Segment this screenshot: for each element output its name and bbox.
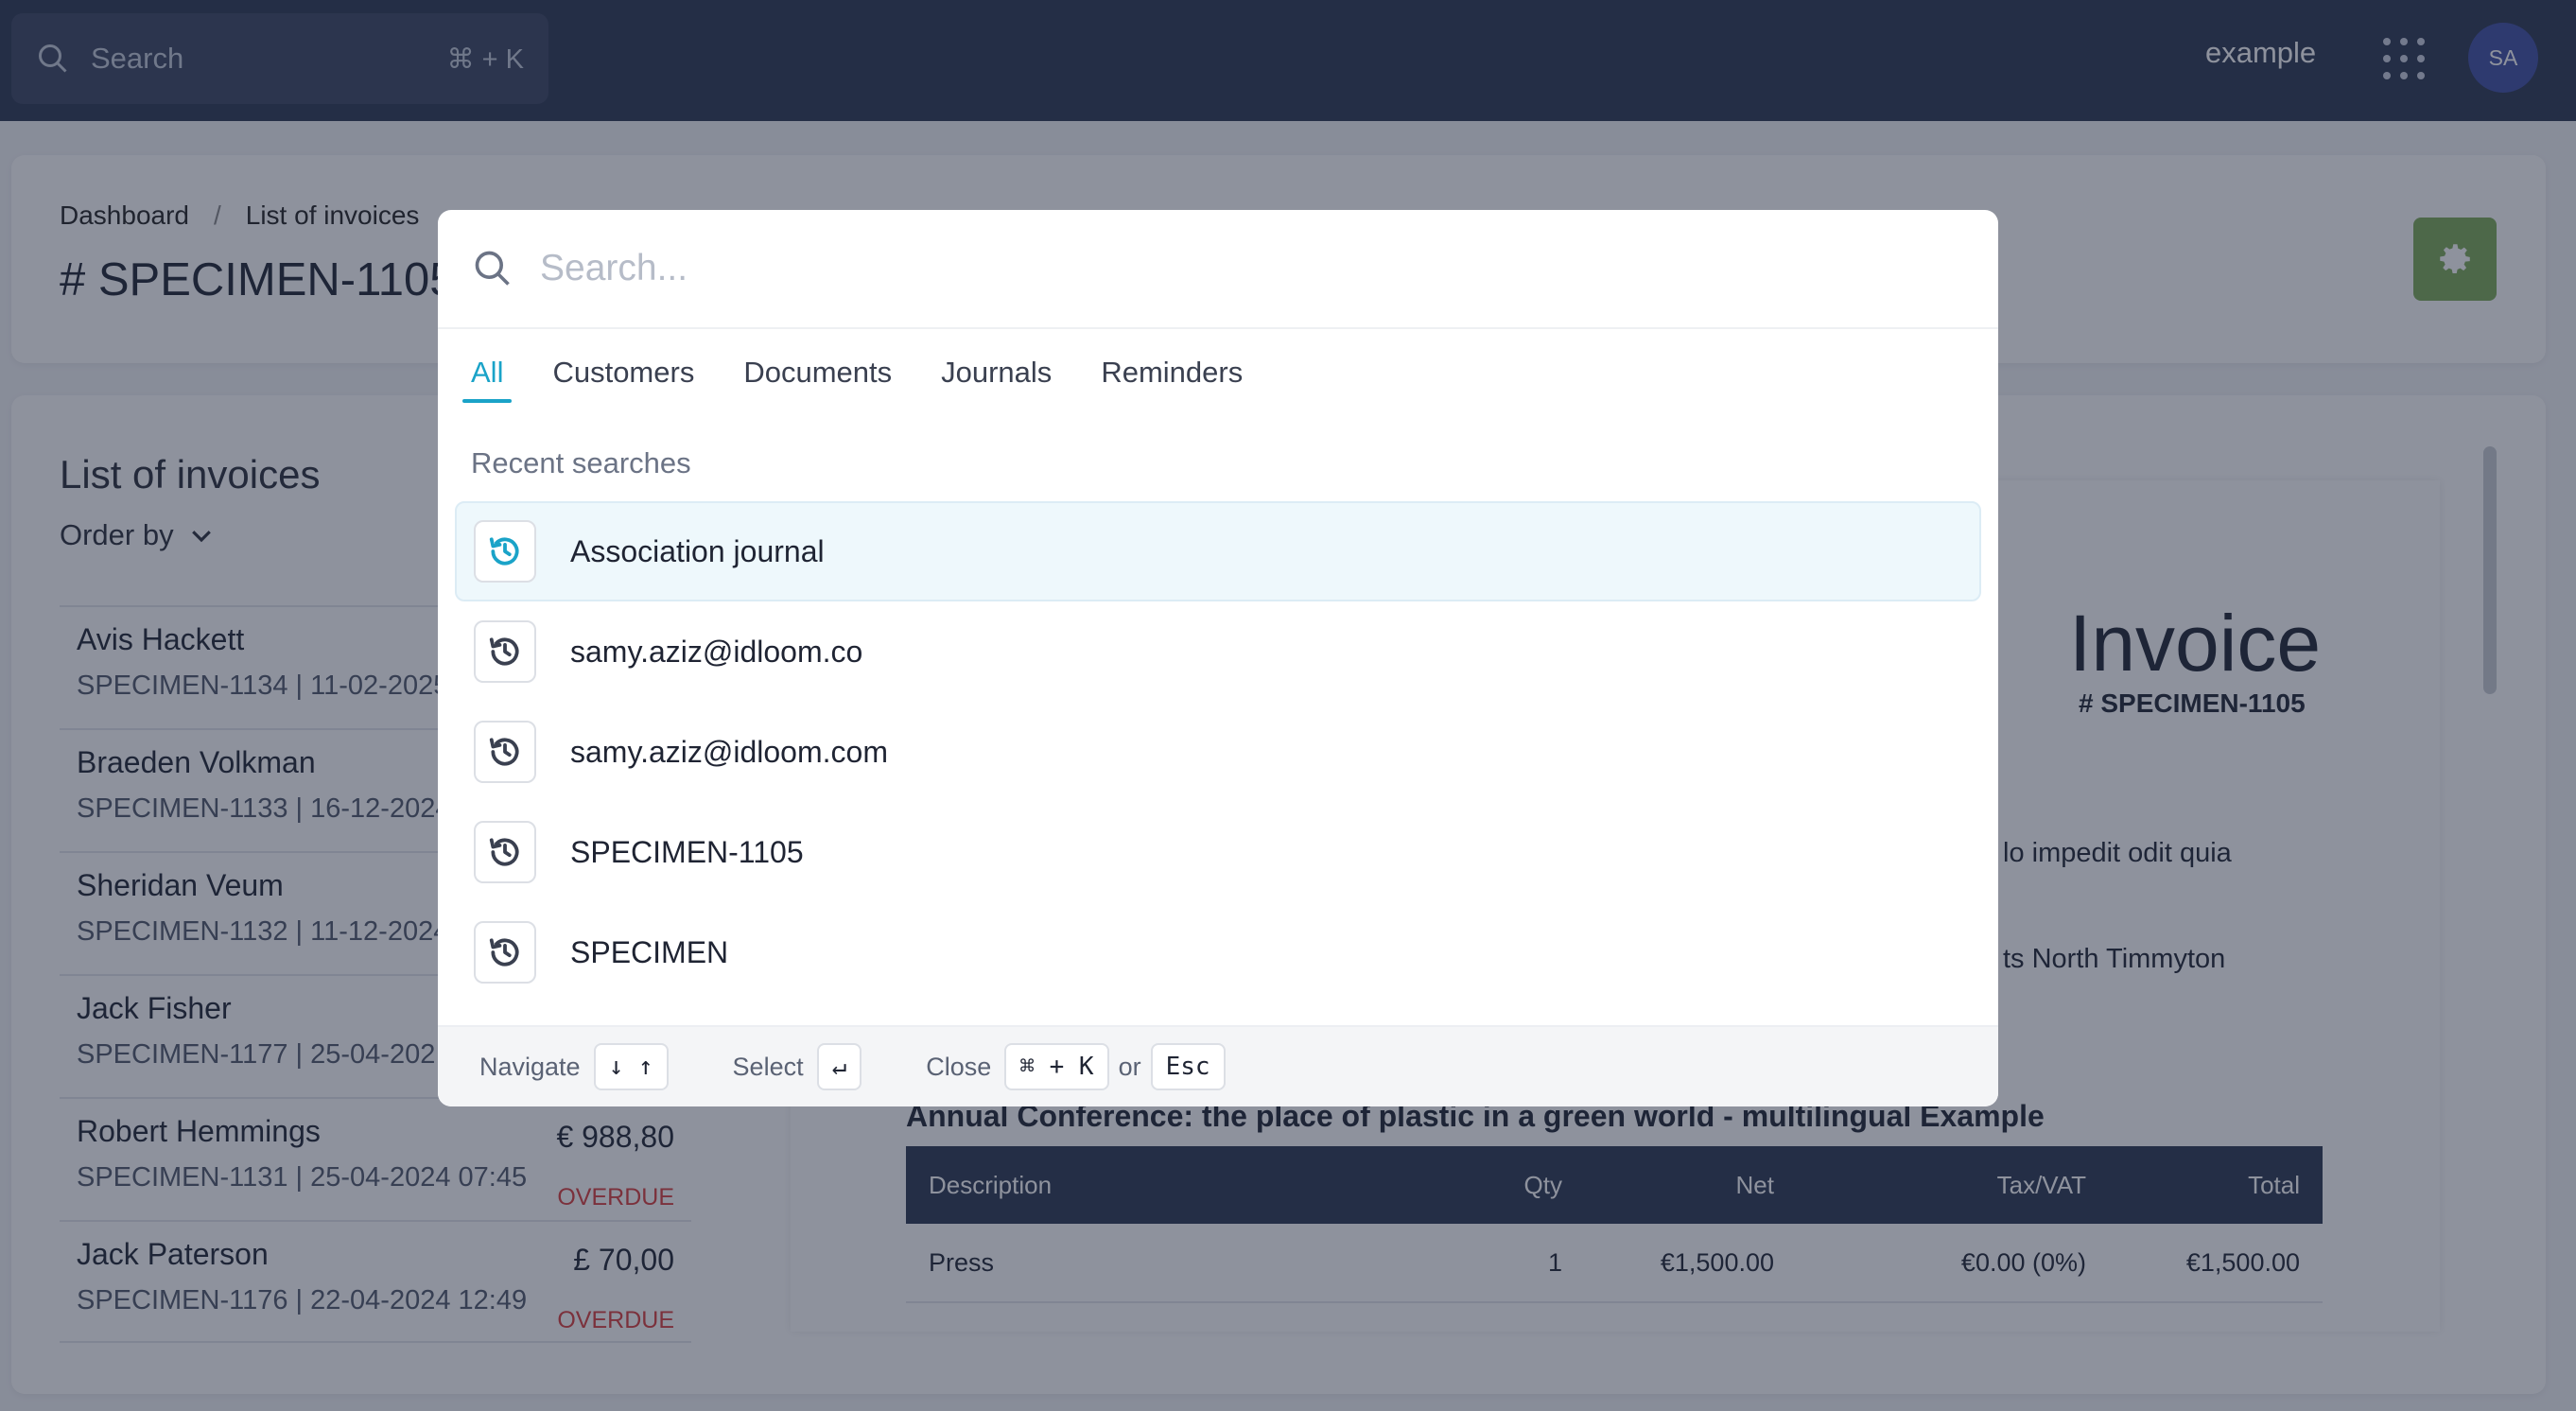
- tab-customers[interactable]: Customers: [552, 356, 694, 399]
- recent-search-label: samy.aziz@idloom.com: [570, 734, 888, 769]
- tab-all[interactable]: All: [461, 356, 513, 403]
- recent-search-label: Association journal: [570, 533, 825, 568]
- esc-key-hint: Esc: [1150, 1043, 1226, 1090]
- search-modal: All Customers Documents Journals Reminde…: [438, 210, 1998, 1106]
- history-icon: [474, 620, 536, 683]
- enter-key-hint: ↵: [816, 1043, 862, 1090]
- recent-searches-list: Association journal samy.aziz@idloom.co …: [438, 501, 1998, 1002]
- or-text: or: [1118, 1052, 1141, 1081]
- search-tabs: All Customers Documents Journals Reminde…: [438, 356, 1998, 403]
- select-hint: Select: [732, 1052, 804, 1081]
- search-icon: [475, 251, 510, 286]
- recent-searches-title: Recent searches: [471, 446, 691, 479]
- recent-search-item[interactable]: samy.aziz@idloom.co: [455, 601, 1981, 702]
- close-shortcut-hint: ⌘ + K: [1004, 1043, 1109, 1090]
- arrow-keys-hint: ↓ ↑: [593, 1043, 669, 1090]
- history-icon: [474, 821, 536, 883]
- recent-search-label: SPECIMEN: [570, 934, 729, 969]
- recent-search-item[interactable]: SPECIMEN: [455, 902, 1981, 1002]
- tab-reminders[interactable]: Reminders: [1101, 356, 1243, 399]
- tab-documents[interactable]: Documents: [743, 356, 892, 399]
- modal-search-bar: [438, 210, 1998, 329]
- history-icon: [474, 921, 536, 984]
- tab-journals[interactable]: Journals: [941, 356, 1052, 399]
- history-icon: [474, 520, 536, 583]
- recent-search-item[interactable]: samy.aziz@idloom.com: [455, 702, 1981, 802]
- close-hint: Close: [926, 1052, 992, 1081]
- navigate-hint: Navigate: [479, 1052, 581, 1081]
- modal-footer: Navigate ↓ ↑ Select ↵ Close ⌘ + K or Esc: [438, 1025, 1998, 1106]
- history-icon: [474, 721, 536, 783]
- modal-search-input[interactable]: [540, 248, 1864, 289]
- recent-search-label: samy.aziz@idloom.co: [570, 634, 863, 669]
- recent-search-item[interactable]: Association journal: [455, 501, 1981, 601]
- recent-search-label: SPECIMEN-1105: [570, 834, 804, 869]
- recent-search-item[interactable]: SPECIMEN-1105: [455, 802, 1981, 902]
